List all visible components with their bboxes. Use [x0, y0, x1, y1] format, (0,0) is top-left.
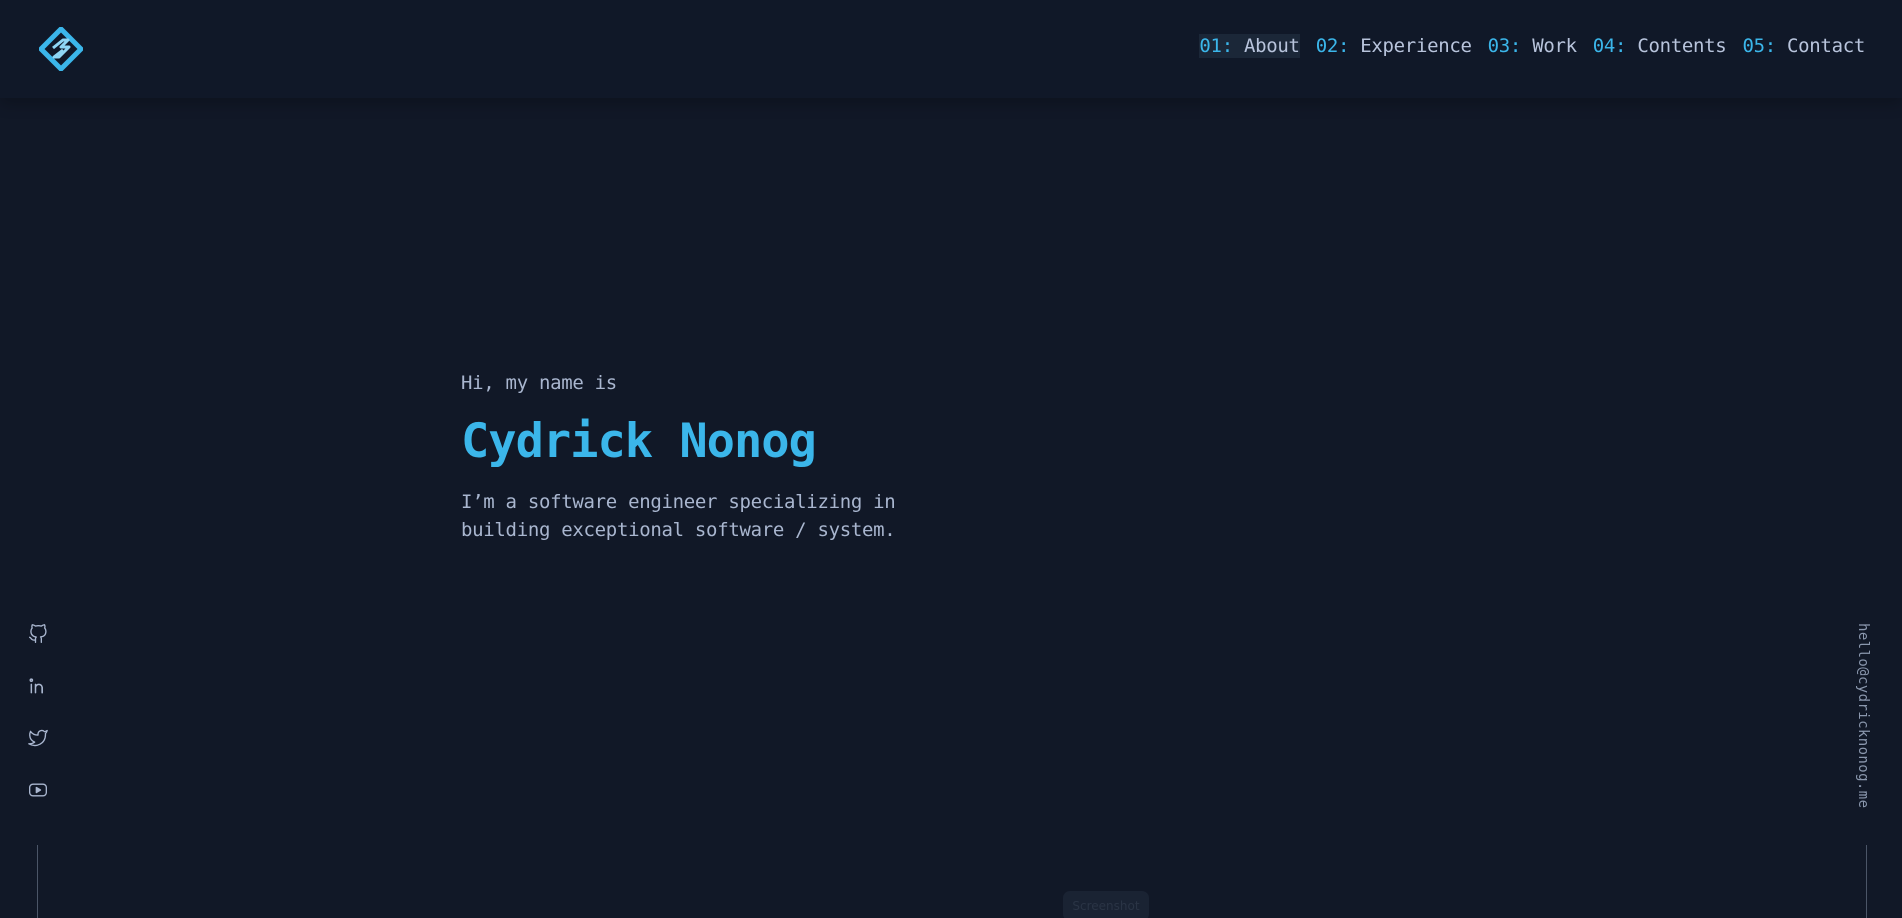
- nav-number: 04:: [1592, 35, 1627, 57]
- nav-number: 02:: [1315, 35, 1350, 57]
- right-divider-line: [1866, 845, 1867, 918]
- nav-number: 03:: [1487, 35, 1522, 57]
- main-nav: 01: About 02: Experience 03: Work 04: Co…: [1199, 34, 1865, 58]
- nav-label: About: [1243, 35, 1300, 57]
- diamond-logo-icon[interactable]: [37, 25, 85, 73]
- site-header: 01: About 02: Experience 03: Work 04: Co…: [0, 0, 1902, 98]
- youtube-link[interactable]: [26, 780, 50, 804]
- github-link[interactable]: [26, 624, 50, 648]
- nav-contents[interactable]: 04: Contents: [1593, 34, 1727, 58]
- nav-label: Contact: [1787, 35, 1865, 57]
- github-icon: [29, 624, 47, 643]
- linkedin-icon: [29, 678, 43, 694]
- twitter-icon: [28, 729, 48, 747]
- nav-label: Experience: [1360, 35, 1472, 57]
- nav-work[interactable]: 03: Work: [1488, 34, 1577, 58]
- hero-greeting: Hi, my name is: [461, 372, 617, 394]
- nav-label: Contents: [1637, 35, 1727, 57]
- email-link[interactable]: hello@cydricknonog.me: [1855, 623, 1871, 808]
- nav-experience[interactable]: 02: Experience: [1316, 34, 1472, 58]
- nav-contact[interactable]: 05: Contact: [1742, 34, 1865, 58]
- left-divider-line: [37, 845, 38, 918]
- hero-name: Cydrick Nonog: [461, 414, 817, 469]
- twitter-link[interactable]: [26, 728, 50, 752]
- linkedin-link[interactable]: [26, 676, 50, 700]
- social-links: [26, 622, 50, 832]
- nav-about[interactable]: 01: About: [1199, 34, 1300, 58]
- hero-tagline: I’m a software engineer specializing in …: [461, 491, 896, 542]
- nav-number: 01:: [1199, 35, 1233, 57]
- hero-section: Hi, my name is Cydrick Nonog I’m a softw…: [461, 372, 981, 544]
- nav-number: 05:: [1742, 35, 1776, 57]
- screenshot-button[interactable]: Screenshot: [1063, 891, 1149, 918]
- nav-label: Work: [1532, 35, 1577, 57]
- youtube-icon: [29, 783, 47, 797]
